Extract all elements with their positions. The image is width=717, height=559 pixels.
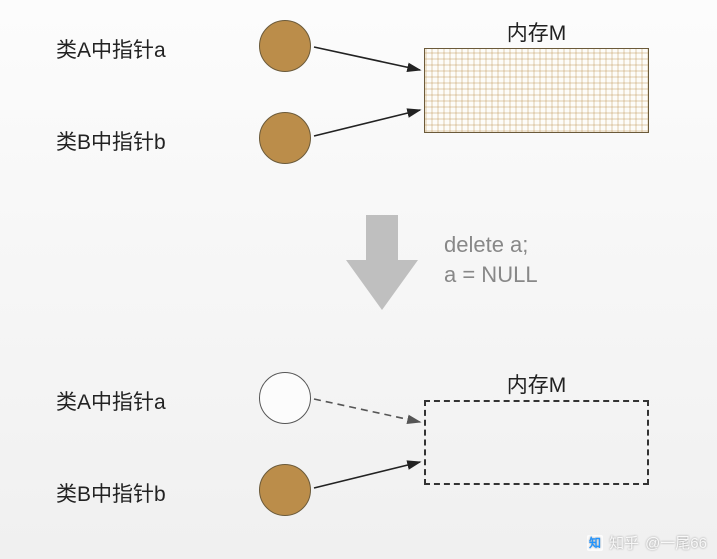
watermark-user: @一尾66 [645, 532, 707, 553]
watermark-site: 知乎 [609, 532, 639, 553]
top-label-a: 类A中指针a [56, 34, 166, 64]
bottom-pointer-b-circle [259, 464, 311, 516]
bottom-label-b: 类B中指针b [56, 478, 166, 508]
zhihu-icon: 知 [587, 535, 603, 551]
top-label-b: 类B中指针b [56, 126, 166, 156]
top-memory-title: 内存M [424, 17, 649, 47]
bottom-memory-box [424, 400, 649, 485]
down-arrow-icon [346, 215, 418, 310]
bottom-memory-title: 内存M [424, 369, 649, 399]
top-pointer-a-circle [259, 20, 311, 72]
transition-code: delete a; a = NULL [444, 230, 538, 289]
bottom-label-a: 类A中指针a [56, 386, 166, 416]
bottom-pointer-a-circle [259, 372, 311, 424]
top-memory-box [424, 48, 649, 133]
watermark: 知 知乎 @一尾66 [587, 532, 707, 553]
top-pointer-b-circle [259, 112, 311, 164]
